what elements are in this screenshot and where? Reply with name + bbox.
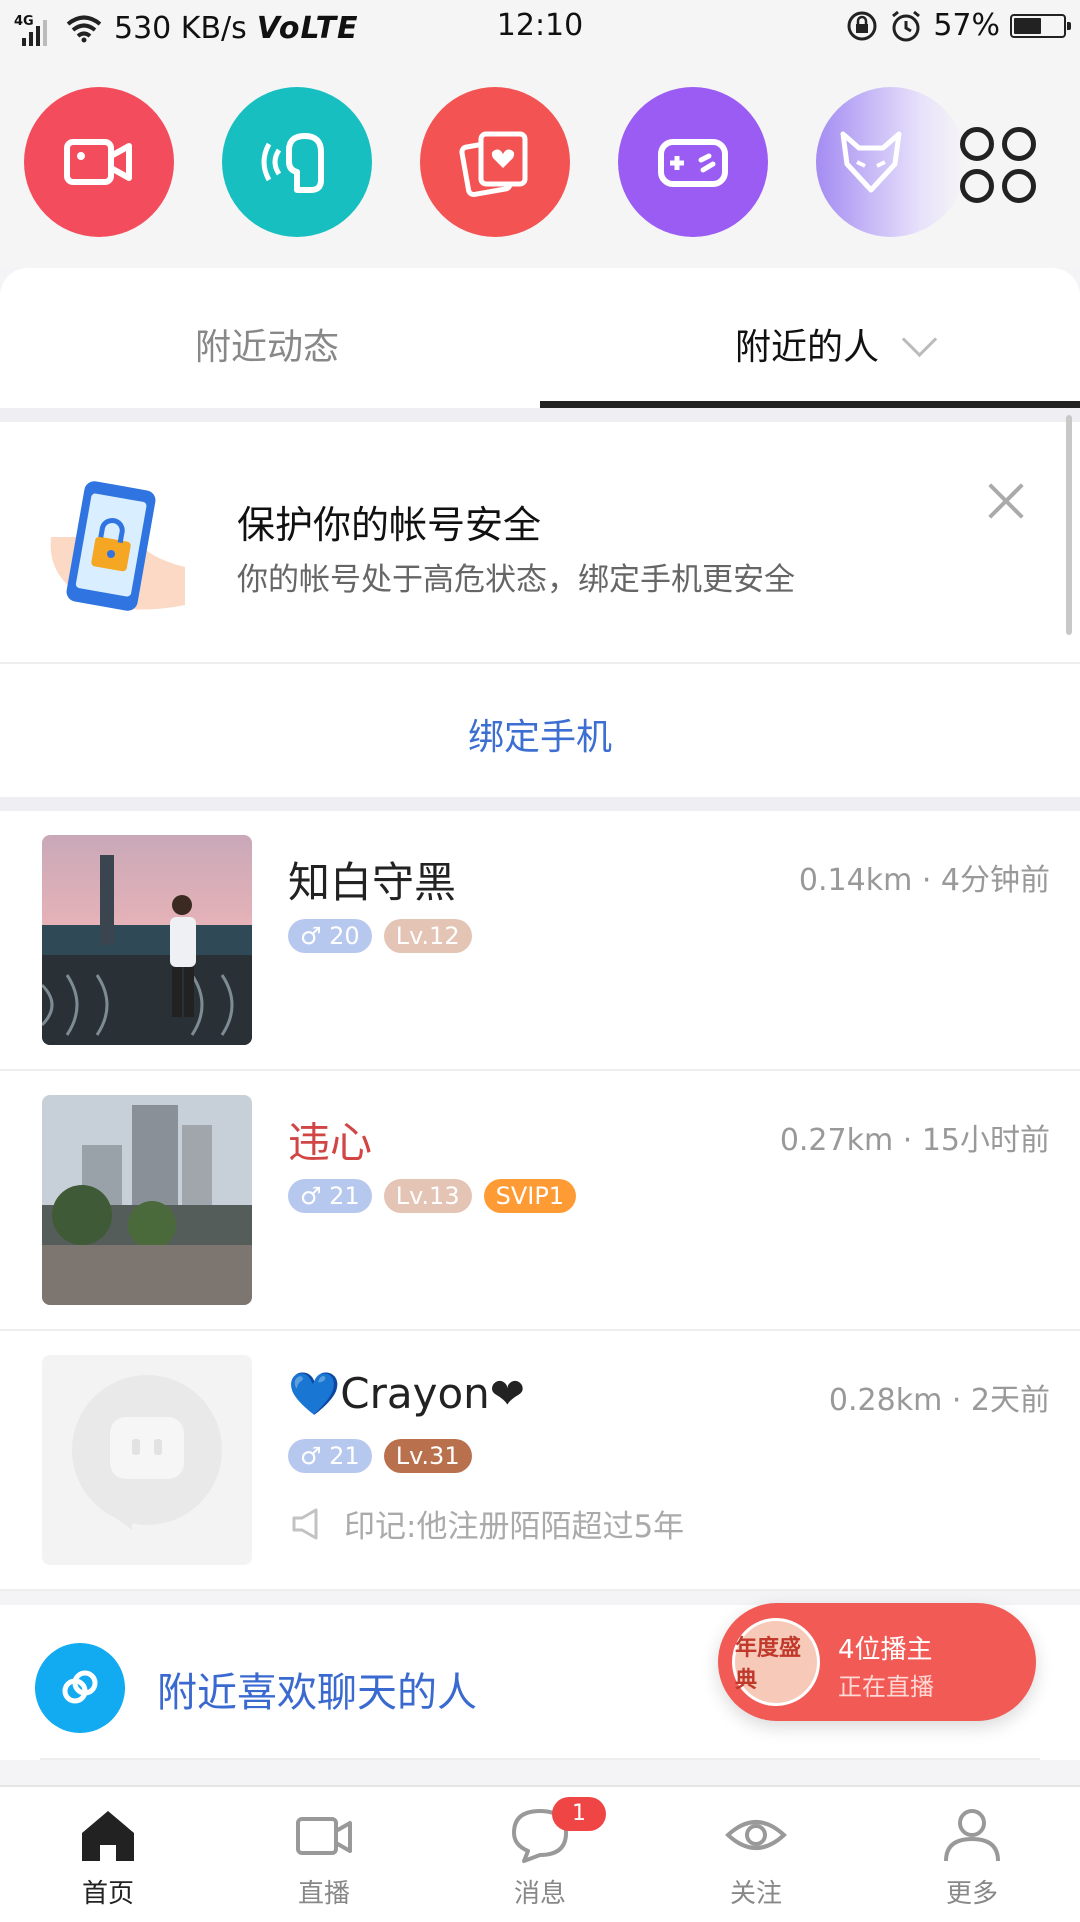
vip-badge: SVIP1	[483, 1179, 577, 1213]
user-distance: 0.14km · 4分钟前	[798, 863, 1050, 898]
nearby-chat-label: 附近喜欢聊天的人	[157, 1670, 477, 1716]
nav-live-label: 直播	[297, 1879, 350, 1909]
nav-home-label: 首页	[81, 1879, 134, 1909]
user-list-item[interactable]: 违心 0.27km · 15小时前 ♂ 21 Lv.13 SVIP1	[0, 1071, 1080, 1331]
tab-nearby-people[interactable]: 附近的人	[735, 318, 938, 370]
video-shortcut-button[interactable]	[24, 87, 174, 237]
security-title: 保护你的帐号安全	[237, 503, 542, 547]
level-badge: Lv.13	[383, 1179, 472, 1213]
nav-follow[interactable]: 关注	[696, 1805, 816, 1910]
user-photo	[42, 1095, 252, 1305]
scrollbar[interactable]	[1066, 415, 1072, 635]
wolf-icon	[840, 131, 902, 193]
user-badges: ♂ 21 Lv.31	[288, 1439, 472, 1473]
divider	[0, 408, 1080, 422]
user-distance: 0.27km · 15小时前	[779, 1123, 1050, 1158]
speaker-icon	[292, 1508, 318, 1539]
gamepad-icon	[658, 139, 728, 187]
bind-phone-button[interactable]: 绑定手机	[0, 708, 1080, 760]
user-badges: ♂ 21 Lv.13 SVIP1	[288, 1179, 577, 1213]
alarm-icon	[892, 10, 921, 41]
grid-dot	[960, 169, 994, 203]
grid-dot	[1002, 127, 1036, 161]
user-mark: 印记:他注册陌陌超过5年	[290, 1501, 684, 1546]
nav-live[interactable]: 直播	[264, 1805, 384, 1910]
nav-more[interactable]: 更多	[912, 1805, 1032, 1910]
status-bar: 4G 530 KB/s VoLTE 12:10 57%	[0, 0, 1080, 52]
age: 21	[329, 1442, 360, 1470]
live-broadcast-pill[interactable]: 年度盛典 4位播主 正在直播	[718, 1603, 1036, 1721]
gender-age-badge: ♂ 21	[288, 1179, 372, 1213]
user-badges: ♂ 20 Lv.12	[288, 919, 472, 953]
nav-messages-label: 消息	[513, 1879, 566, 1909]
bind-phone-row: 绑定手机	[0, 662, 1080, 799]
game-shortcut-button[interactable]	[618, 87, 768, 237]
avatar[interactable]	[42, 835, 252, 1045]
video-camera-icon	[296, 1817, 352, 1855]
status-right: 57%	[845, 8, 1071, 43]
nav-more-label: 更多	[945, 1879, 998, 1909]
gender-age-badge: ♂ 21	[288, 1439, 372, 1473]
video-camera-icon	[64, 139, 132, 185]
battery-icon	[1010, 13, 1071, 38]
bottom-navigation: 首页 直播 1 消息 关注 更多	[0, 1785, 1080, 1922]
nav-follow-label: 关注	[729, 1879, 782, 1909]
divider	[0, 797, 1080, 811]
user-name: 💙Crayon❤	[288, 1369, 525, 1418]
tab-nearby-people-label: 附近的人	[735, 327, 880, 368]
live-status-text: 正在直播	[838, 1673, 934, 1701]
unread-badge: 1	[552, 1797, 606, 1831]
more-apps-grid-button[interactable]	[960, 127, 1036, 203]
shortcut-bar	[0, 52, 1080, 268]
user-distance: 0.28km · 2天前	[828, 1383, 1050, 1418]
gender-age-badge: ♂ 20	[288, 919, 372, 953]
active-tab-indicator	[540, 401, 1080, 408]
level-badge: Lv.12	[383, 919, 472, 953]
avatar[interactable]	[42, 1355, 252, 1565]
feed-tabs: 附近动态 附近的人	[0, 268, 1080, 408]
user-name: 知白守黑	[288, 858, 457, 907]
default-avatar-icon	[72, 1375, 222, 1530]
age: 20	[329, 922, 360, 950]
chevron-down-icon[interactable]	[901, 321, 938, 357]
user-list-item[interactable]: 知白守黑 0.14km · 4分钟前 ♂ 20 Lv.12	[0, 811, 1080, 1071]
age: 21	[329, 1182, 360, 1210]
chat-link-icon	[35, 1643, 125, 1733]
live-event-logo: 年度盛典	[732, 1618, 820, 1706]
person-icon	[944, 1809, 1000, 1862]
live-count-text: 4位播主	[838, 1635, 933, 1665]
werewolf-shortcut-button[interactable]	[816, 87, 966, 237]
voice-chat-icon	[261, 133, 324, 193]
tab-nearby-moments[interactable]: 附近动态	[195, 318, 339, 370]
photo-heart-icon	[459, 131, 528, 197]
level-badge: Lv.31	[383, 1439, 472, 1473]
rotation-lock-icon	[847, 11, 877, 40]
battery-percent: 57%	[933, 8, 1000, 43]
nav-home[interactable]: 首页	[48, 1805, 168, 1910]
divider	[40, 1758, 1040, 1760]
avatar[interactable]	[42, 1095, 252, 1305]
home-icon	[82, 1811, 134, 1861]
eye-icon	[725, 1820, 787, 1850]
photo-shortcut-button[interactable]	[420, 87, 570, 237]
battery-fill	[1014, 17, 1041, 34]
phone-lock-illustration	[50, 481, 185, 611]
user-name: 违心	[288, 1118, 373, 1167]
grid-dot	[960, 127, 994, 161]
security-subtitle: 你的帐号处于高危状态，绑定手机更安全	[237, 562, 795, 598]
user-mark-text: 印记:他注册陌陌超过5年	[344, 1509, 685, 1545]
voice-shortcut-button[interactable]	[222, 87, 372, 237]
user-photo	[42, 835, 252, 1045]
nav-messages[interactable]: 1 消息	[480, 1797, 606, 1910]
security-card: 保护你的帐号安全 你的帐号处于高危状态，绑定手机更安全	[0, 422, 1080, 662]
grid-dot	[1002, 169, 1036, 203]
user-list-item[interactable]: 💙Crayon❤ 0.28km · 2天前 ♂ 21 Lv.31 印记:他注册陌…	[0, 1331, 1080, 1591]
close-icon[interactable]	[983, 478, 1029, 524]
